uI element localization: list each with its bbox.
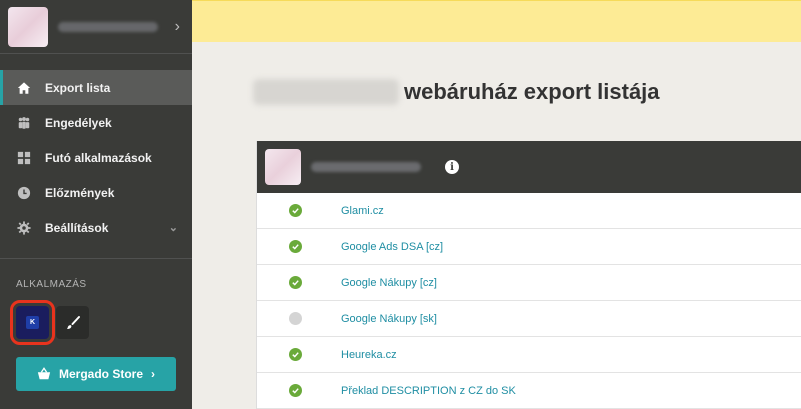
users-icon xyxy=(16,115,32,131)
sidebar-item-label: Futó alkalmazások xyxy=(45,150,152,165)
basket-icon xyxy=(37,367,51,380)
export-row[interactable]: Google Nákupy [cz] xyxy=(257,265,801,301)
sidebar-item-futo-alkalmazasok[interactable]: Futó alkalmazások xyxy=(0,140,192,175)
gear-icon xyxy=(16,220,32,236)
check-icon xyxy=(289,204,302,217)
export-link[interactable]: Google Nákupy [sk] xyxy=(341,313,437,325)
export-link[interactable]: Google Nákupy [cz] xyxy=(341,277,437,289)
sidebar-item-label: Előzmények xyxy=(45,185,115,200)
shop-name-blurred xyxy=(253,79,399,105)
shop-avatar xyxy=(8,6,48,47)
app-tile-brush[interactable] xyxy=(56,306,89,339)
check-icon xyxy=(289,384,302,397)
sidebar-item-label: Engedélyek xyxy=(45,115,112,130)
shop-name-blurred xyxy=(58,21,158,32)
export-link[interactable]: Heureka.cz xyxy=(341,349,397,361)
check-icon xyxy=(289,348,302,361)
mergado-store-button[interactable]: Mergado Store › xyxy=(16,357,176,391)
app-tiles: K xyxy=(10,300,89,345)
sidebar-item-engedelyek[interactable]: Engedélyek xyxy=(0,105,192,140)
k-app-icon: K xyxy=(26,316,39,329)
page-title-text: webáruház export listája xyxy=(404,79,660,104)
brush-icon xyxy=(66,315,80,329)
chevron-down-icon: ⌄ xyxy=(168,222,178,234)
chevron-right-icon: › xyxy=(174,17,180,35)
grid-icon xyxy=(16,150,32,166)
chevron-right-icon: › xyxy=(151,367,155,381)
export-row[interactable]: Glami.cz xyxy=(257,193,801,229)
notice-banner xyxy=(192,0,801,42)
sidebar-divider xyxy=(0,258,192,259)
shop-name-blurred xyxy=(311,162,421,172)
shop-switcher[interactable]: › xyxy=(0,0,192,54)
export-link[interactable]: Překlad DESCRIPTION z CZ do SK xyxy=(341,385,516,397)
sidebar-item-elozmenyek[interactable]: Előzmények xyxy=(0,175,192,210)
clock-icon xyxy=(16,185,32,201)
sidebar-item-label: Beállítások xyxy=(45,220,109,235)
sidebar-item-beallitasok[interactable]: Beállítások ⌄ xyxy=(0,210,192,245)
sidebar-item-export-lista[interactable]: Export lista xyxy=(0,70,192,105)
home-icon xyxy=(16,80,32,96)
check-icon xyxy=(289,240,302,253)
export-row[interactable]: Překlad DESCRIPTION z CZ do SK xyxy=(257,373,801,409)
export-link[interactable]: Google Ads DSA [cz] xyxy=(341,241,443,253)
mergado-store-label: Mergado Store xyxy=(58,367,143,381)
app-tile-k[interactable]: K xyxy=(10,300,55,345)
check-icon xyxy=(289,276,302,289)
inactive-dot-icon xyxy=(289,312,302,325)
export-link[interactable]: Glami.cz xyxy=(341,205,384,217)
sidebar: › Export lista Engedélyek Futó alkalmazá… xyxy=(0,0,192,409)
page-title: webáruház export listája xyxy=(253,79,660,105)
info-icon[interactable]: i xyxy=(445,160,459,174)
export-row[interactable]: Heureka.cz xyxy=(257,337,801,373)
apps-section-title: ALKALMAZÁS xyxy=(16,279,87,290)
shop-avatar xyxy=(265,149,301,185)
export-row[interactable]: Google Ads DSA [cz] xyxy=(257,229,801,265)
main-nav: Export lista Engedélyek Futó alkalmazáso… xyxy=(0,70,192,245)
sidebar-item-label: Export lista xyxy=(45,80,111,95)
export-list-panel: i Glami.cz Google Ads DSA [cz] Google Ná… xyxy=(256,141,801,409)
panel-header: i xyxy=(257,141,801,193)
export-row[interactable]: Google Nákupy [sk] xyxy=(257,301,801,337)
